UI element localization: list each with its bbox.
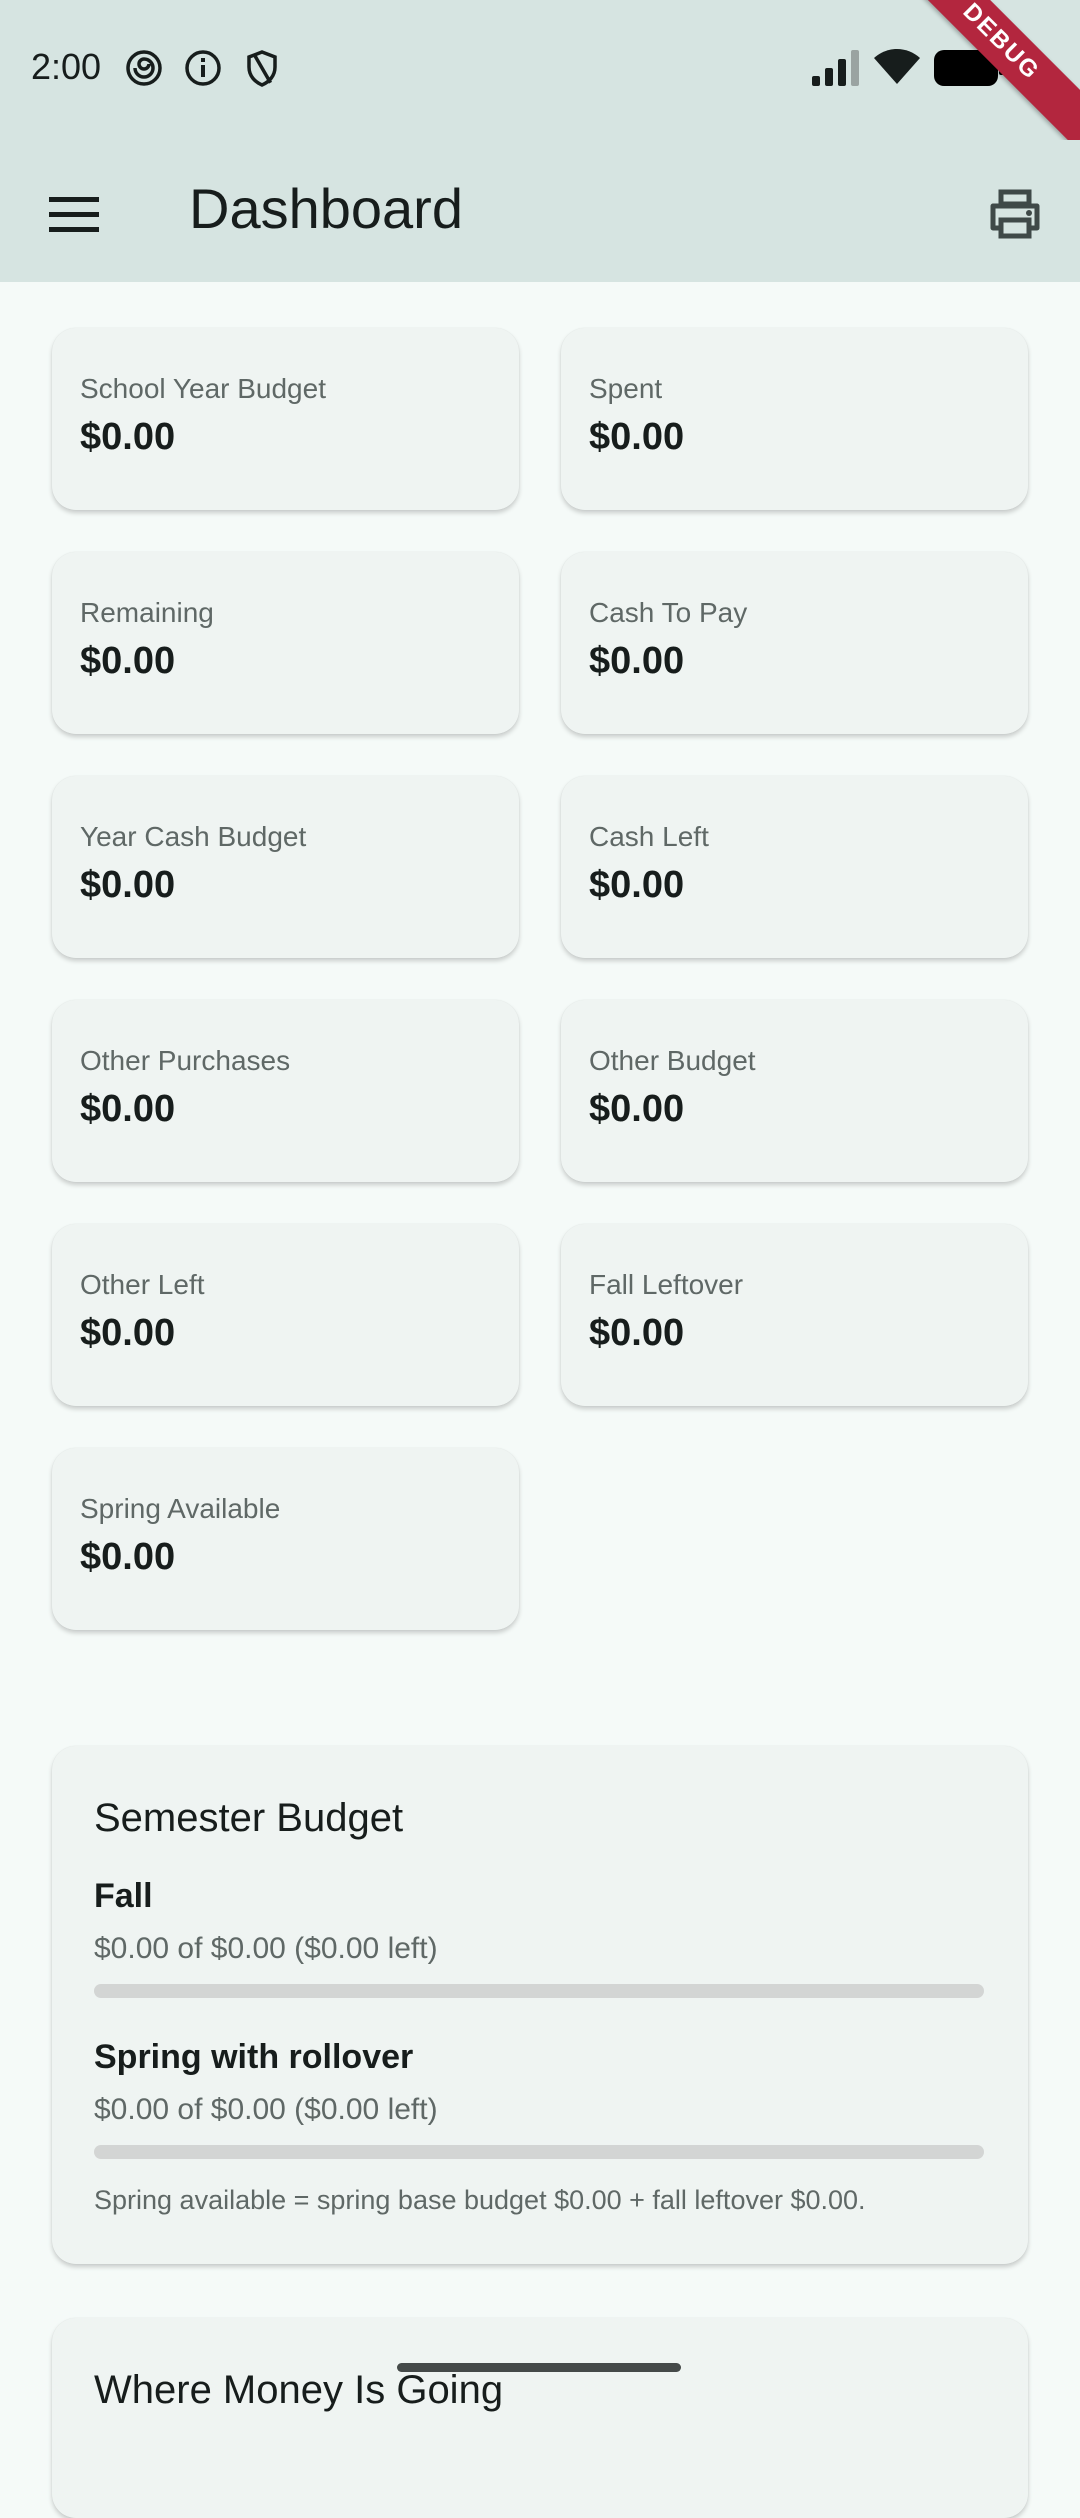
stat-label: School Year Budget [80,373,326,404]
stat-label: Remaining [80,597,214,628]
print-icon[interactable] [985,184,1045,244]
app-bar: Dashboard [0,140,1080,282]
stat-value: $0.00 [80,640,176,682]
semester-budget-title: Semester Budget [94,1796,404,1840]
stat-card-spring-available: Spring Available $0.00 [52,1448,519,1630]
status-time: 2:00 [31,46,102,87]
semester-budget-card: Semester Budget Fall $0.00 of $0.00 ($0.… [52,1746,1028,2264]
stat-value: $0.00 [589,1312,685,1354]
stat-label: Year Cash Budget [80,821,307,852]
info-icon [185,50,221,86]
stat-value: $0.00 [589,640,685,682]
stat-card-school-year-budget: School Year Budget $0.00 [52,328,519,510]
status-bar: 2:00 DEBUG [0,0,1080,146]
spring-detail: $0.00 of $0.00 ($0.00 left) [94,2093,438,2126]
stat-card-other-left: Other Left $0.00 [52,1224,519,1406]
stat-label: Cash To Pay [589,597,748,628]
stat-card-cash-to-pay: Cash To Pay $0.00 [561,552,1028,734]
stat-label: Spent [589,373,663,404]
stat-value: $0.00 [80,1536,176,1578]
fall-detail: $0.00 of $0.00 ($0.00 left) [94,1932,438,1965]
page-title: Dashboard [189,177,463,240]
spring-label: Spring with rollover [94,2038,414,2076]
stat-label: Other Purchases [80,1045,291,1076]
stat-card-other-purchases: Other Purchases $0.00 [52,1000,519,1182]
stat-card-year-cash-budget: Year Cash Budget $0.00 [52,776,519,958]
spring-available-note: Spring available = spring base budget $0… [94,2185,866,2215]
stat-label: Cash Left [589,821,709,852]
stat-value: $0.00 [589,416,685,458]
where-money-title: Where Money Is Going [94,2368,504,2412]
stats-grid: School Year Budget $0.00 Spent $0.00 Rem… [52,328,1028,1630]
home-indicator[interactable] [397,2363,681,2372]
fall-progress-bar [94,1984,984,1998]
stat-value: $0.00 [589,1088,685,1130]
stat-card-remaining: Remaining $0.00 [52,552,519,734]
signal-icon [812,50,859,86]
shield-icon [247,50,277,87]
stat-value: $0.00 [80,1088,176,1130]
stat-label: Fall Leftover [589,1269,744,1300]
stat-card-fall-leftover: Fall Leftover $0.00 [561,1224,1028,1406]
stat-value: $0.00 [80,416,176,458]
stat-card-spent: Spent $0.00 [561,328,1028,510]
stat-card-cash-left: Cash Left $0.00 [561,776,1028,958]
spring-progress-bar [94,2145,984,2159]
stat-label: Other Left [80,1269,205,1300]
wifi-icon [874,49,920,84]
stat-value: $0.00 [80,864,176,906]
stat-value: $0.00 [80,1312,176,1354]
fall-label: Fall [94,1877,153,1915]
spiral-icon [126,50,162,86]
stat-value: $0.00 [589,864,685,906]
stat-label: Spring Available [80,1493,281,1524]
stat-label: Other Budget [589,1045,756,1076]
where-money-card: Where Money Is Going [52,2318,1028,2518]
menu-icon[interactable] [44,184,104,244]
stat-card-other-budget: Other Budget $0.00 [561,1000,1028,1182]
